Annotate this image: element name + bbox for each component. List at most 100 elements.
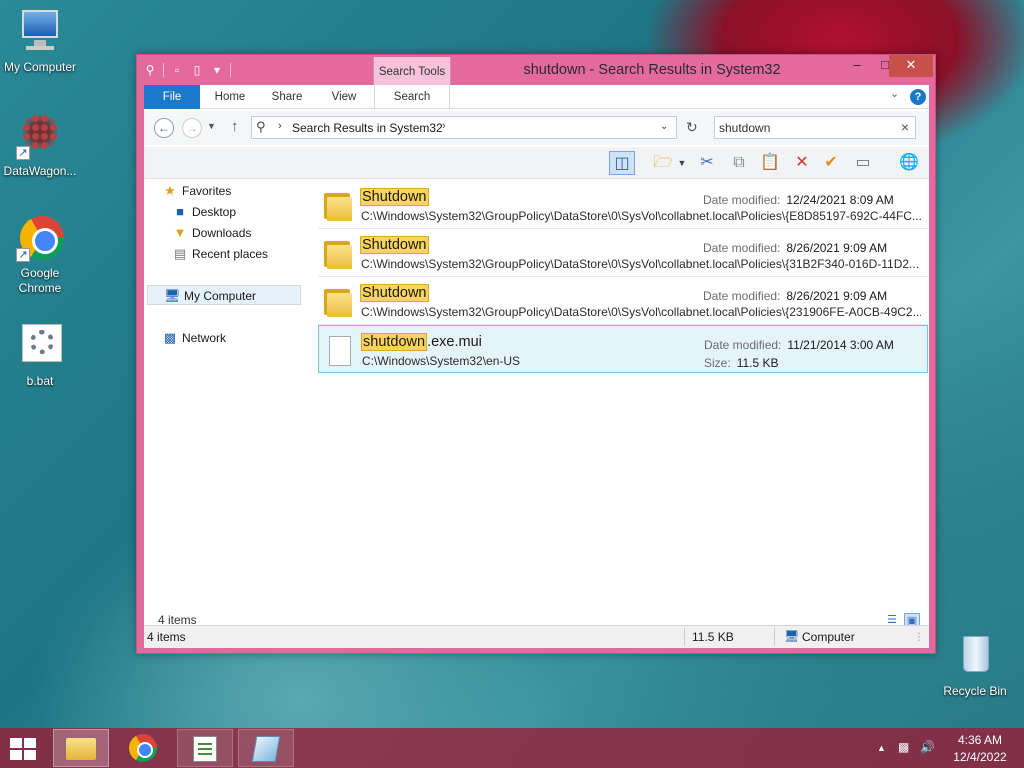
tab-search[interactable]: Search [374, 85, 450, 109]
cut-icon[interactable]: ✂ [694, 151, 720, 175]
rename-icon[interactable]: ▭ [850, 151, 876, 175]
address-path[interactable]: Search Results in System32 [292, 121, 443, 135]
result-date: Date modified: 8/26/2021 9:09 AM [703, 289, 888, 303]
desktop-icon-my-computer[interactable]: My Computer [0, 8, 80, 75]
qat-dropdown-icon[interactable]: ▾ [210, 63, 224, 77]
forward-button[interactable]: → [182, 118, 202, 138]
volume-icon[interactable]: 🔊 [920, 740, 935, 754]
search-input[interactable] [719, 120, 889, 136]
result-name-rest: .exe.mui [427, 334, 482, 350]
chevron-right-icon[interactable]: › [278, 120, 282, 132]
network-tray-icon[interactable]: ▩ [898, 740, 909, 754]
status-divider [774, 628, 775, 646]
desktop-icon: ■ [176, 204, 184, 219]
desktop-icon-b-bat[interactable]: b.bat [0, 322, 80, 389]
nav-item-label: Downloads [192, 226, 252, 240]
desktop-icon-label: b.bat [26, 374, 54, 388]
nav-item-label: My Computer [184, 289, 257, 303]
result-row[interactable]: Shutdown C:\Windows\System32\GroupPolicy… [318, 181, 928, 229]
app-icon [251, 736, 281, 762]
delete-icon[interactable]: ✕ [789, 151, 815, 175]
new-folder-icon[interactable]: ▯ [190, 63, 204, 77]
taskbar-app[interactable] [238, 729, 294, 767]
checkmark-icon[interactable]: ✔ [818, 151, 844, 175]
tab-share[interactable]: Share [264, 85, 310, 109]
folder-icon [324, 287, 352, 317]
nav-item-label: Recent places [192, 247, 269, 261]
up-arrow-icon[interactable]: ↑ [231, 118, 239, 135]
tab-home[interactable]: Home [206, 85, 254, 109]
result-date: Date modified: 8/26/2021 9:09 AM [703, 241, 888, 255]
chevron-down-icon[interactable]: ⌄ [660, 121, 668, 132]
desktop-icon-label: Recycle Bin [943, 684, 1007, 698]
network-icon: ▩ [163, 330, 177, 345]
recent-locations-icon[interactable]: ▼ [207, 121, 216, 131]
result-row[interactable]: Shutdown C:\Windows\System32\GroupPolicy… [318, 229, 928, 277]
expand-ribbon-icon[interactable]: ⌄ [890, 87, 906, 105]
clock-time[interactable]: 4:36 AM [944, 733, 1016, 747]
nav-item-downloads[interactable]: ▼ Downloads [172, 223, 252, 243]
downloads-icon: ▼ [173, 225, 187, 240]
back-button[interactable]: ← [154, 118, 174, 138]
navigation-pane: ★ Favorites ■ Desktop ▼ Downloads ▤ Recent p… [144, 181, 304, 611]
paste-icon[interactable]: 📋 [757, 151, 783, 175]
nav-item-label: Desktop [192, 205, 237, 219]
status-items: 4 items [147, 630, 186, 644]
status-size: 11.5 KB [692, 630, 734, 644]
nav-item-favorites[interactable]: ★ Favorites [162, 181, 231, 201]
chrome-icon: ↗ [16, 214, 64, 262]
tab-file[interactable]: File [144, 85, 200, 109]
title-bar[interactable]: ⚲ ▫ ▯ ▾ Search Tools shutdown - Search R… [137, 55, 935, 87]
explorer-window: ⚲ ▫ ▯ ▾ Search Tools shutdown - Search R… [136, 54, 936, 654]
nav-item-desktop[interactable]: ■ Desktop [172, 202, 236, 222]
folder-icon [324, 239, 352, 269]
minimize-button[interactable]: – [843, 55, 871, 77]
properties-icon[interactable]: ▫ [170, 63, 184, 77]
copy-icon[interactable]: ⧉ [726, 151, 752, 175]
show-hidden-icons-icon[interactable]: ▲ [877, 743, 886, 753]
tab-view[interactable]: View [322, 85, 366, 109]
batch-file-icon [16, 322, 64, 370]
address-row: ← → ▼ ↑ ⚲ › Search Results in System32 ›… [144, 111, 929, 145]
chevron-down-icon[interactable]: ▼ [676, 151, 688, 175]
search-results-list: Shutdown C:\Windows\System32\GroupPolicy… [318, 181, 928, 611]
close-button[interactable]: ✕ [889, 55, 933, 77]
taskbar-notepad-plus-plus[interactable] [177, 729, 233, 767]
taskbar-chrome[interactable] [115, 729, 171, 767]
taskbar-file-explorer[interactable] [53, 729, 109, 767]
search-results-icon: ⚲ [256, 119, 266, 134]
desktop-icon-recycle-bin[interactable]: Recycle Bin [935, 632, 1015, 699]
search-box[interactable]: × [714, 116, 916, 139]
result-date: Date modified: 11/21/2014 3:00 AM [704, 338, 894, 352]
desktop-icon-datawagon[interactable]: ↗ DataWagon... [0, 112, 80, 179]
search-match-highlight: Shutdown [360, 236, 429, 254]
desktop-icon-label: Google Chrome [18, 266, 62, 295]
datawagon-icon: ↗ [16, 112, 64, 160]
result-path: C:\Windows\System32\en-US [362, 354, 521, 368]
start-button[interactable] [8, 736, 38, 760]
nav-item-my-computer[interactable]: 🖥 My Computer [147, 285, 301, 305]
nav-item-recent-places[interactable]: ▤ Recent places [172, 244, 268, 264]
result-size: Size: 11.5 KB [704, 356, 779, 370]
refresh-icon[interactable]: ↻ [686, 119, 698, 136]
globe-icon[interactable]: 🌐 [896, 151, 922, 175]
search-icon[interactable]: ⚲ [143, 63, 157, 77]
close-icon[interactable]: × [901, 119, 909, 135]
new-folder-icon[interactable]: 🗁 [650, 151, 676, 175]
navigation-pane-icon[interactable]: ◫ [609, 151, 635, 175]
clock-date[interactable]: 12/4/2022 [944, 750, 1016, 764]
resize-grip-icon[interactable]: ⋮ [914, 632, 924, 643]
result-row[interactable]: shutdown .exe.mui C:\Windows\System32\en-… [318, 325, 928, 373]
nav-item-network[interactable]: ▩ Network [162, 328, 226, 348]
desktop-icon-google-chrome[interactable]: ↗ Google Chrome [0, 214, 80, 296]
help-icon[interactable]: ? [910, 89, 926, 105]
chevron-right-icon[interactable]: › [442, 120, 446, 132]
nav-item-label: Favorites [182, 184, 232, 198]
ribbon-tabs: File Home Share View Search ⌄ ? [144, 85, 929, 109]
computer-icon: 🖥 [784, 629, 800, 643]
status-divider [684, 628, 685, 646]
window-title: shutdown - Search Results in System32 [523, 62, 781, 78]
address-bar[interactable]: ⚲ › Search Results in System32 › ⌄ [251, 116, 677, 139]
desktop-icon-label: DataWagon... [3, 164, 77, 178]
result-row[interactable]: Shutdown C:\Windows\System32\GroupPolicy… [318, 277, 928, 325]
